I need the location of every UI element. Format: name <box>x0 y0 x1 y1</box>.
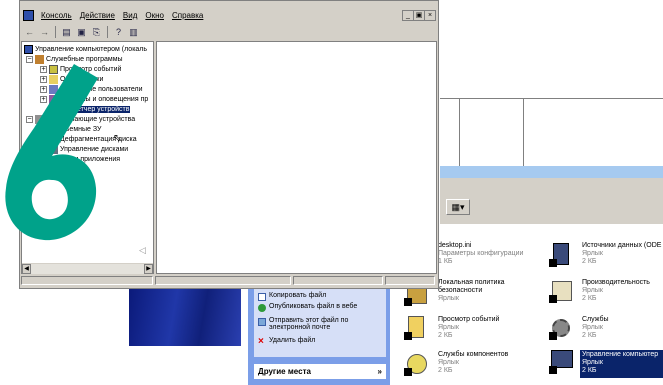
menu-action[interactable]: Действие <box>76 11 119 20</box>
menu-view[interactable]: Вид <box>119 11 141 20</box>
column-divider <box>523 98 524 166</box>
menu-window[interactable]: Окно <box>141 11 168 20</box>
toolbar-separator <box>55 26 56 38</box>
file-tasks-box: Копировать файл Опубликовать файл в вебе… <box>254 289 386 357</box>
toolbar-separator <box>107 26 108 38</box>
computer-management-icon[interactable] <box>549 350 573 374</box>
file-item[interactable]: Производительность Ярлык 2 КБ <box>582 279 650 303</box>
file-item-selected[interactable]: Управление компьютер Ярлык 2 КБ <box>582 351 658 375</box>
status-panel <box>385 276 435 285</box>
watermark-logo <box>5 64 98 241</box>
file-item[interactable]: Просмотр событий Ярлык 2 КБ <box>438 316 499 340</box>
collapse-icon[interactable]: − <box>26 55 33 63</box>
toolbar: ← → ▤ ▣ ⎘ ? ▥ <box>21 24 437 40</box>
tree-root[interactable]: Управление компьютером (локаль <box>24 44 147 54</box>
column-divider <box>459 98 460 166</box>
task-email[interactable]: Отправить этот файл по электронной почте <box>258 317 378 331</box>
task-copy[interactable]: Копировать файл <box>258 292 326 301</box>
views-button[interactable]: ▦▾ <box>446 199 470 215</box>
mouse-pointer-ghost-icon: ◁ <box>139 245 146 255</box>
details-pane[interactable] <box>156 41 437 274</box>
menu-help[interactable]: Справка <box>168 11 207 20</box>
status-panel <box>155 276 291 285</box>
horizontal-scrollbar[interactable]: ◀ ▶ <box>22 263 153 274</box>
component-services-icon[interactable] <box>404 352 428 376</box>
tree-system-tools[interactable]: − Служебные программы <box>26 54 123 64</box>
collapse-chevron-icon[interactable]: » <box>378 364 382 379</box>
menu-console[interactable]: Консоль <box>37 11 76 20</box>
other-places-header[interactable]: Другие места » <box>254 364 386 379</box>
status-bar <box>21 276 437 287</box>
background-window-titlebar <box>440 166 663 178</box>
export-icon[interactable]: ⎘ <box>90 26 103 38</box>
file-item[interactable]: Службы компонентов Ярлык 2 КБ <box>438 351 508 375</box>
view-icon[interactable]: ▥ <box>127 26 140 38</box>
file-item[interactable]: desktop.ini Параметры конфигурации 1 КБ <box>438 242 523 266</box>
status-panel <box>21 276 153 285</box>
status-panel <box>293 276 383 285</box>
globe-icon <box>258 304 266 312</box>
file-item[interactable]: Источники данных (ODE Ярлык 2 КБ <box>582 242 661 266</box>
close-button[interactable]: × <box>424 10 436 21</box>
scroll-right-icon[interactable]: ▶ <box>144 264 153 274</box>
show-tree-icon[interactable]: ▤ <box>60 26 73 38</box>
delete-icon: × <box>258 336 264 347</box>
mmc-app-icon[interactable] <box>23 10 34 21</box>
mouse-cursor-icon: ⇖ <box>113 133 122 144</box>
copy-icon <box>258 293 266 301</box>
file-item[interactable]: Локальная политика безопасности Ярлык <box>438 279 505 303</box>
email-icon <box>258 318 266 326</box>
task-delete[interactable]: × Удалить файл <box>258 336 315 347</box>
background-window-address-area <box>440 196 663 224</box>
help-icon[interactable]: ? <box>112 26 125 38</box>
properties-icon[interactable]: ▣ <box>75 26 88 38</box>
desktop-wallpaper <box>129 289 241 346</box>
task-publish[interactable]: Опубликовать файл в вебе <box>258 303 357 312</box>
forward-arrow-icon[interactable]: → <box>38 26 51 38</box>
data-sources-icon[interactable] <box>549 243 573 267</box>
background-window-pane <box>440 98 663 167</box>
views-icon: ▦▾ <box>451 202 465 212</box>
performance-icon[interactable] <box>549 279 573 303</box>
menu-bar: Консоль Действие Вид Окно Справка <box>21 9 437 22</box>
back-arrow-icon[interactable]: ← <box>23 26 36 38</box>
scroll-left-icon[interactable]: ◀ <box>22 264 31 274</box>
services-gear-icon[interactable] <box>549 316 573 340</box>
background-window-toolbar <box>440 178 663 197</box>
file-item[interactable]: Службы Ярлык 2 КБ <box>582 316 609 340</box>
computer-management-icon <box>24 44 33 54</box>
event-viewer-icon[interactable] <box>404 316 428 340</box>
tools-icon <box>35 54 44 64</box>
